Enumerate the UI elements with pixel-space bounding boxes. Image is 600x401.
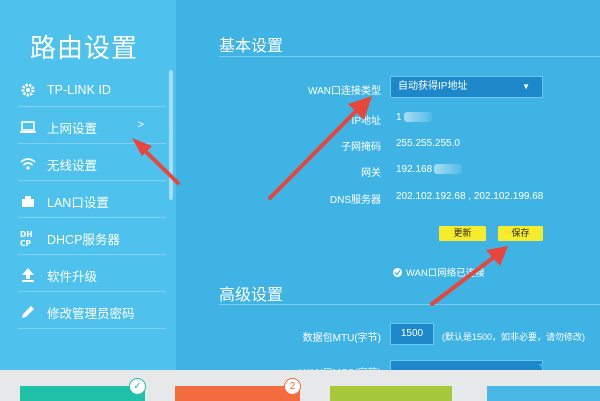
sidebar-item-dhcp[interactable]: DH CP DHCP服务器	[18, 222, 166, 255]
sidebar: 路由设置 TP-LINK ID 上网设置 > 无线设置 LAN口设置 DH CP …	[0, 0, 176, 370]
mask-value: 255.255.255.0	[396, 138, 460, 149]
sidebar-item-tplink-id[interactable]: TP-LINK ID	[18, 74, 166, 107]
dns-value: 202.102.192.68 , 202.102.199.68	[396, 191, 544, 202]
sidebar-item-label: 无线设置	[47, 158, 98, 173]
sidebar-item-label: 修改管理员密码	[47, 306, 135, 321]
divider	[219, 56, 600, 57]
svg-text:DH: DH	[20, 230, 33, 239]
svg-text:CP: CP	[20, 239, 32, 247]
dhcp-icon: DH CP	[18, 228, 38, 248]
sidebar-item-upgrade[interactable]: 软件升级	[18, 259, 166, 292]
wan-type-label: WAN口连接类型	[308, 86, 381, 97]
bottom-tile-2[interactable]	[175, 386, 300, 401]
sidebar-item-label: DHCP服务器	[47, 232, 120, 247]
ip-value: 1	[396, 112, 432, 123]
advanced-settings-title: 高级设置	[219, 287, 284, 304]
sidebar-item-label: 软件升级	[47, 269, 98, 284]
gear-icon	[18, 80, 38, 100]
renew-button[interactable]: 更新	[439, 226, 486, 241]
divider	[219, 304, 600, 305]
bottom-tile-3[interactable]	[330, 386, 452, 401]
dropdown-caret-icon: ▼	[522, 82, 530, 91]
sidebar-item-label: LAN口设置	[47, 195, 109, 210]
wan-type-select[interactable]: 自动获得IP地址 ▼	[390, 76, 543, 98]
pencil-icon	[18, 302, 38, 322]
check-circle-icon	[393, 267, 402, 277]
bottom-tile-4[interactable]	[487, 386, 600, 401]
lan-port-icon	[18, 191, 38, 211]
mask-label: 子网掩码	[341, 142, 381, 153]
sidebar-scrollbar[interactable]	[169, 70, 173, 200]
sidebar-item-internet[interactable]: 上网设置 >	[18, 111, 166, 144]
sidebar-item-wireless[interactable]: 无线设置	[18, 148, 166, 181]
wan-type-value: 自动获得IP地址	[398, 81, 468, 92]
wifi-icon	[18, 154, 38, 174]
check-badge-icon: ✓	[129, 378, 146, 395]
monitor-icon	[18, 117, 38, 137]
count-badge: 2	[284, 378, 301, 395]
sidebar-item-label: 上网设置	[47, 121, 98, 136]
blurred-value	[434, 164, 463, 175]
sidebar-title: 路由设置	[30, 33, 139, 63]
upload-icon	[18, 265, 38, 285]
blurred-value	[403, 112, 432, 123]
dns-label: DNS服务器	[329, 195, 381, 206]
save-button[interactable]: 保存	[498, 226, 543, 241]
gateway-value: 192.168	[396, 164, 463, 175]
sidebar-item-admin-password[interactable]: 修改管理员密码	[18, 296, 166, 329]
mtu-input[interactable]: 1500	[390, 323, 434, 345]
basic-settings-title: 基本设置	[219, 38, 284, 55]
wan-status: WAN口网络已连接	[393, 265, 485, 279]
wan-status-text: WAN口网络已连接	[406, 268, 485, 279]
sidebar-item-lan[interactable]: LAN口设置	[18, 185, 166, 218]
mtu-label: 数据包MTU(字节)	[302, 333, 381, 344]
mtu-note: (默认是1500，如非必要，请勿修改)	[442, 332, 586, 342]
chevron-right-icon: >	[137, 119, 144, 131]
sidebar-item-label: TP-LINK ID	[47, 83, 111, 97]
gateway-label: 网关	[361, 168, 381, 179]
bottom-tile-1[interactable]	[20, 386, 145, 401]
main-panel: 基本设置 WAN口连接类型 自动获得IP地址 ▼ IP地址 1 子网掩码 255…	[176, 0, 600, 379]
ip-label: IP地址	[351, 116, 381, 127]
